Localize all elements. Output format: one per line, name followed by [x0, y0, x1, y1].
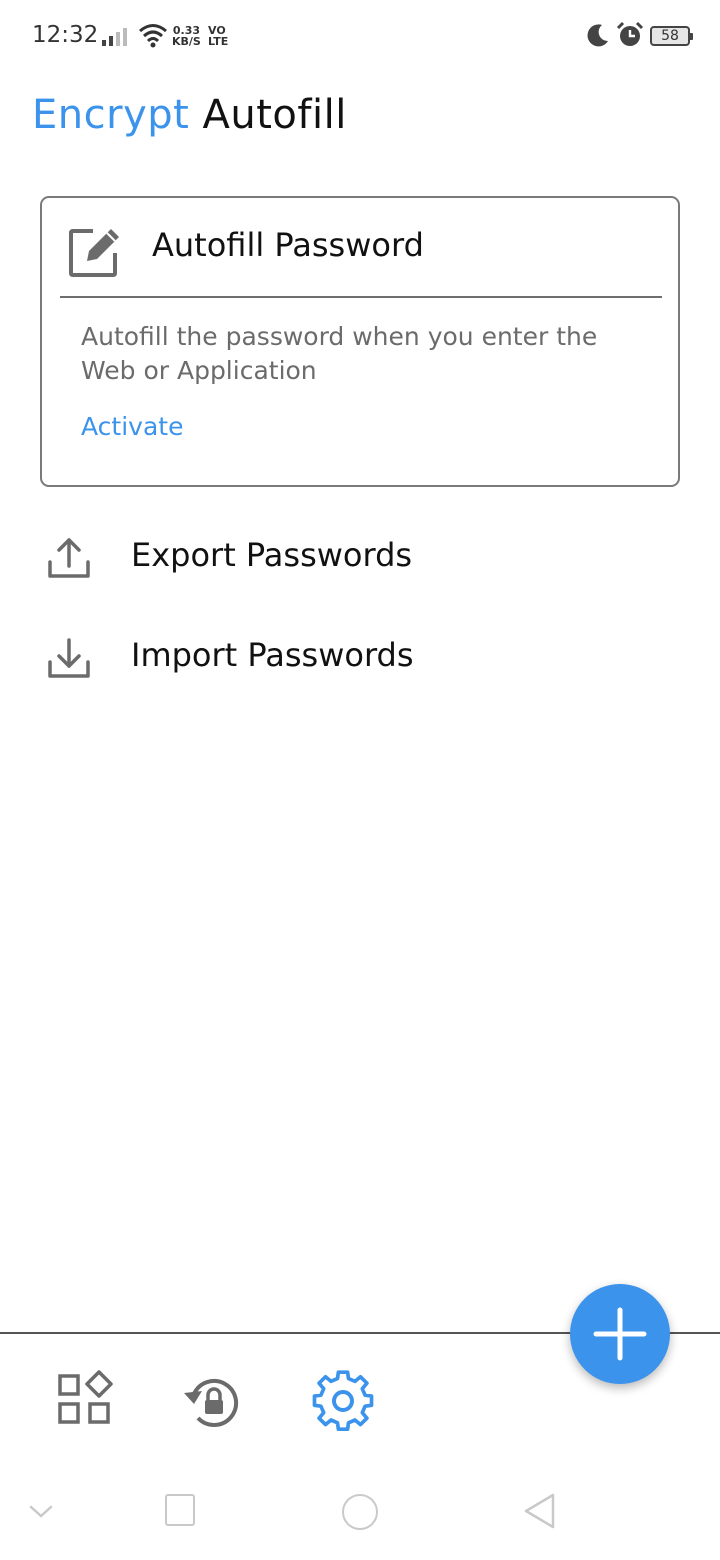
plus-icon — [593, 1307, 647, 1361]
autofill-card: Autofill Password Autofill the password … — [40, 196, 680, 487]
nav-history-lock-button[interactable] — [178, 1366, 248, 1436]
import-passwords-row[interactable]: Import Passwords — [40, 622, 680, 692]
status-time: 12:32 — [32, 22, 99, 48]
gear-icon — [312, 1370, 374, 1432]
card-title: Autofill Password — [152, 226, 424, 264]
status-bar: 12:32 0.33 KB/S VO LTE 58 — [0, 0, 720, 72]
volte-bottom: LTE — [208, 35, 229, 48]
page-title-accent: Encrypt — [32, 92, 190, 138]
home-button[interactable] — [342, 1494, 378, 1530]
alarm-clock-icon — [616, 21, 644, 46]
card-divider — [60, 296, 662, 298]
signal-strength-icon — [102, 28, 127, 46]
recents-button[interactable] — [165, 1494, 195, 1526]
moon-icon — [587, 24, 608, 47]
page-title-rest: Autofill — [202, 92, 347, 138]
activate-button[interactable]: Activate — [81, 412, 183, 441]
add-button[interactable] — [570, 1284, 670, 1384]
battery-indicator: 58 — [650, 26, 693, 46]
net-speed-unit: KB/S — [172, 35, 201, 48]
chevron-down-icon[interactable] — [28, 1498, 54, 1524]
wifi-icon — [139, 24, 167, 48]
back-icon[interactable] — [522, 1492, 556, 1530]
history-lock-icon — [184, 1379, 239, 1427]
export-passwords-row[interactable]: Export Passwords — [40, 522, 680, 592]
import-passwords-label: Import Passwords — [131, 636, 414, 674]
nav-apps-button[interactable] — [52, 1366, 122, 1436]
upload-icon — [48, 538, 90, 578]
download-icon — [48, 638, 90, 678]
page-title: Encrypt Autofill — [32, 92, 347, 138]
export-passwords-label: Export Passwords — [131, 536, 413, 574]
edit-icon — [69, 229, 119, 277]
system-navigation-bar — [0, 1470, 720, 1560]
apps-grid-icon — [58, 1370, 113, 1424]
nav-settings-button[interactable] — [308, 1366, 378, 1436]
volte-indicator: VO LTE — [208, 25, 228, 47]
card-description: Autofill the password when you enter the… — [81, 322, 598, 385]
network-speed: 0.33 KB/S — [172, 25, 201, 47]
